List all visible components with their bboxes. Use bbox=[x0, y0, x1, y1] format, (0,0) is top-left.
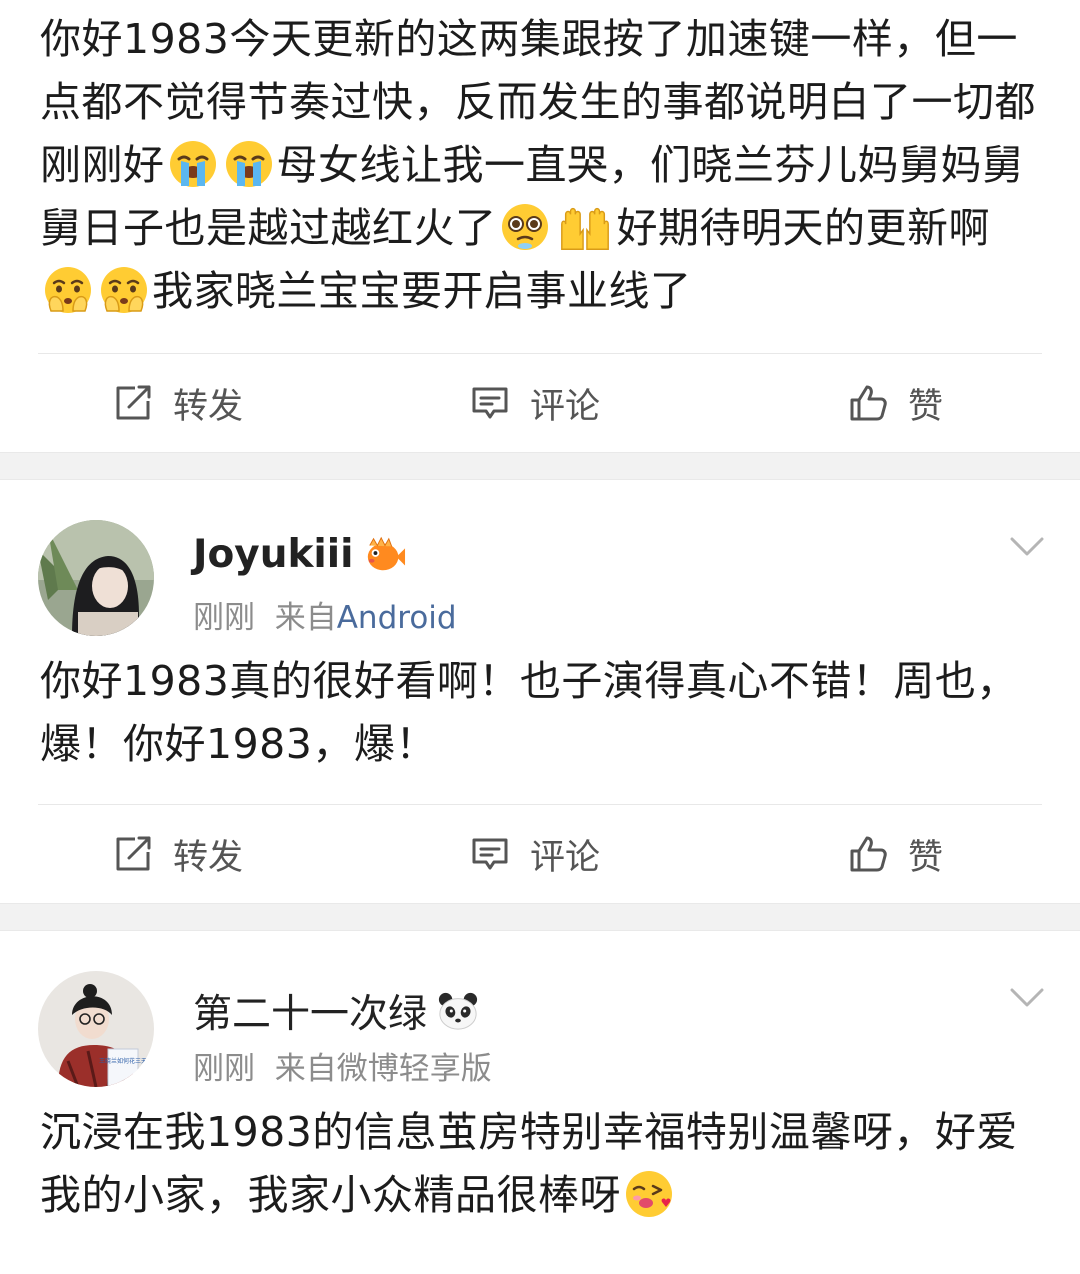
source-prefix: 来自 bbox=[274, 1051, 337, 1087]
post-source[interactable]: 微博轻享版 bbox=[337, 1051, 492, 1087]
post-time: 刚刚 bbox=[193, 1051, 255, 1087]
post-actions: 转发 评论 赞 bbox=[0, 354, 1080, 452]
repost-icon bbox=[113, 834, 153, 874]
raising-hands-emoji bbox=[556, 202, 614, 252]
post-header: 王晓兰如何花三天 第二十一次绿 刚刚 来自微博轻享版 bbox=[0, 931, 1080, 1087]
panda-badge-icon bbox=[437, 990, 479, 1032]
post-text-segment: 我家晓兰宝宝要开启事业线了 bbox=[152, 267, 692, 315]
post-body: 沉浸在我1983的信息茧房特别幸福特别温馨呀，好爱我的小家，我家小众精品很棒呀 bbox=[0, 1101, 1080, 1227]
weibo-feed: 你好1983今天更新的这两集跟按了加速键一样，但一点都不觉得节奏过快，反而发生的… bbox=[0, 0, 1080, 1274]
post-header: Joyukiii 刚刚 来自Android bbox=[0, 480, 1080, 636]
post-source[interactable]: Android bbox=[337, 600, 457, 636]
like-label: 赞 bbox=[908, 386, 944, 427]
repost-button[interactable]: 转发 bbox=[113, 354, 243, 452]
post-body: 你好1983今天更新的这两集跟按了加速键一样，但一点都不觉得节奏过快，反而发生的… bbox=[0, 8, 1080, 323]
comment-icon bbox=[470, 383, 510, 423]
chevron-down-icon[interactable] bbox=[1010, 536, 1044, 558]
loudly-crying-face-emoji bbox=[224, 139, 274, 189]
post-actions: 转发 评论 赞 bbox=[0, 805, 1080, 903]
repost-label: 转发 bbox=[173, 837, 244, 878]
post-meta: 刚刚 来自Android bbox=[193, 592, 457, 637]
thumbs-up-icon bbox=[848, 834, 888, 874]
kissing-heart-face-emoji bbox=[624, 1169, 674, 1219]
post-meta: 刚刚 来自微博轻享版 bbox=[193, 1043, 492, 1088]
repost-icon bbox=[113, 383, 153, 423]
like-label: 赞 bbox=[908, 837, 944, 878]
book-cover-text: 王晓兰如何花三天 bbox=[99, 1057, 147, 1065]
repost-label: 转发 bbox=[173, 386, 244, 427]
post-body: 你好1983真的很好看啊！也子演得真心不错！周也，爆！你好1983，爆！ bbox=[40, 657, 1018, 768]
post-card-1: 你好1983今天更新的这两集跟按了加速键一样，但一点都不觉得节奏过快，反而发生的… bbox=[0, 0, 1080, 452]
comment-button[interactable]: 评论 bbox=[470, 354, 600, 452]
feed-separator bbox=[0, 903, 1080, 931]
face-holding-back-tears-emoji bbox=[99, 265, 149, 315]
loudly-crying-face-emoji bbox=[168, 139, 218, 189]
comment-label: 评论 bbox=[530, 386, 601, 427]
pufferfish-badge-icon bbox=[364, 534, 406, 576]
comment-button[interactable]: 评论 bbox=[470, 805, 600, 903]
post-card-3: 王晓兰如何花三天 第二十一次绿 刚刚 来自微博轻享版 沉浸在我1983的信息茧房… bbox=[0, 931, 1080, 1227]
post-text-segment: 好期待明天的更新啊 bbox=[616, 204, 990, 252]
avatar[interactable]: 王晓兰如何花三天 bbox=[38, 971, 154, 1087]
comment-label: 评论 bbox=[530, 837, 601, 878]
post-text-segment: 沉浸在我1983的信息茧房特别幸福特别温馨呀，好爱我的小家，我家小众精品很棒呀 bbox=[40, 1108, 1018, 1219]
avatar[interactable] bbox=[38, 520, 154, 636]
face-holding-back-tears-emoji bbox=[43, 265, 93, 315]
pleading-face-emoji bbox=[500, 202, 550, 252]
like-button[interactable]: 赞 bbox=[848, 354, 943, 452]
like-button[interactable]: 赞 bbox=[848, 805, 943, 903]
thumbs-up-icon bbox=[848, 383, 888, 423]
username[interactable]: Joyukiii bbox=[193, 532, 406, 577]
username[interactable]: 第二十一次绿 bbox=[193, 983, 479, 1039]
chevron-down-icon[interactable] bbox=[1010, 987, 1044, 1009]
post-time: 刚刚 bbox=[193, 600, 255, 636]
source-prefix: 来自 bbox=[274, 600, 337, 636]
post-card-2: Joyukiii 刚刚 来自Android 你好1983真的很好看啊！也子演得真… bbox=[0, 480, 1080, 903]
username-text: Joyukiii bbox=[193, 532, 354, 577]
repost-button[interactable]: 转发 bbox=[113, 805, 243, 903]
username-text: 第二十一次绿 bbox=[193, 992, 428, 1037]
comment-icon bbox=[470, 834, 510, 874]
feed-separator bbox=[0, 452, 1080, 480]
